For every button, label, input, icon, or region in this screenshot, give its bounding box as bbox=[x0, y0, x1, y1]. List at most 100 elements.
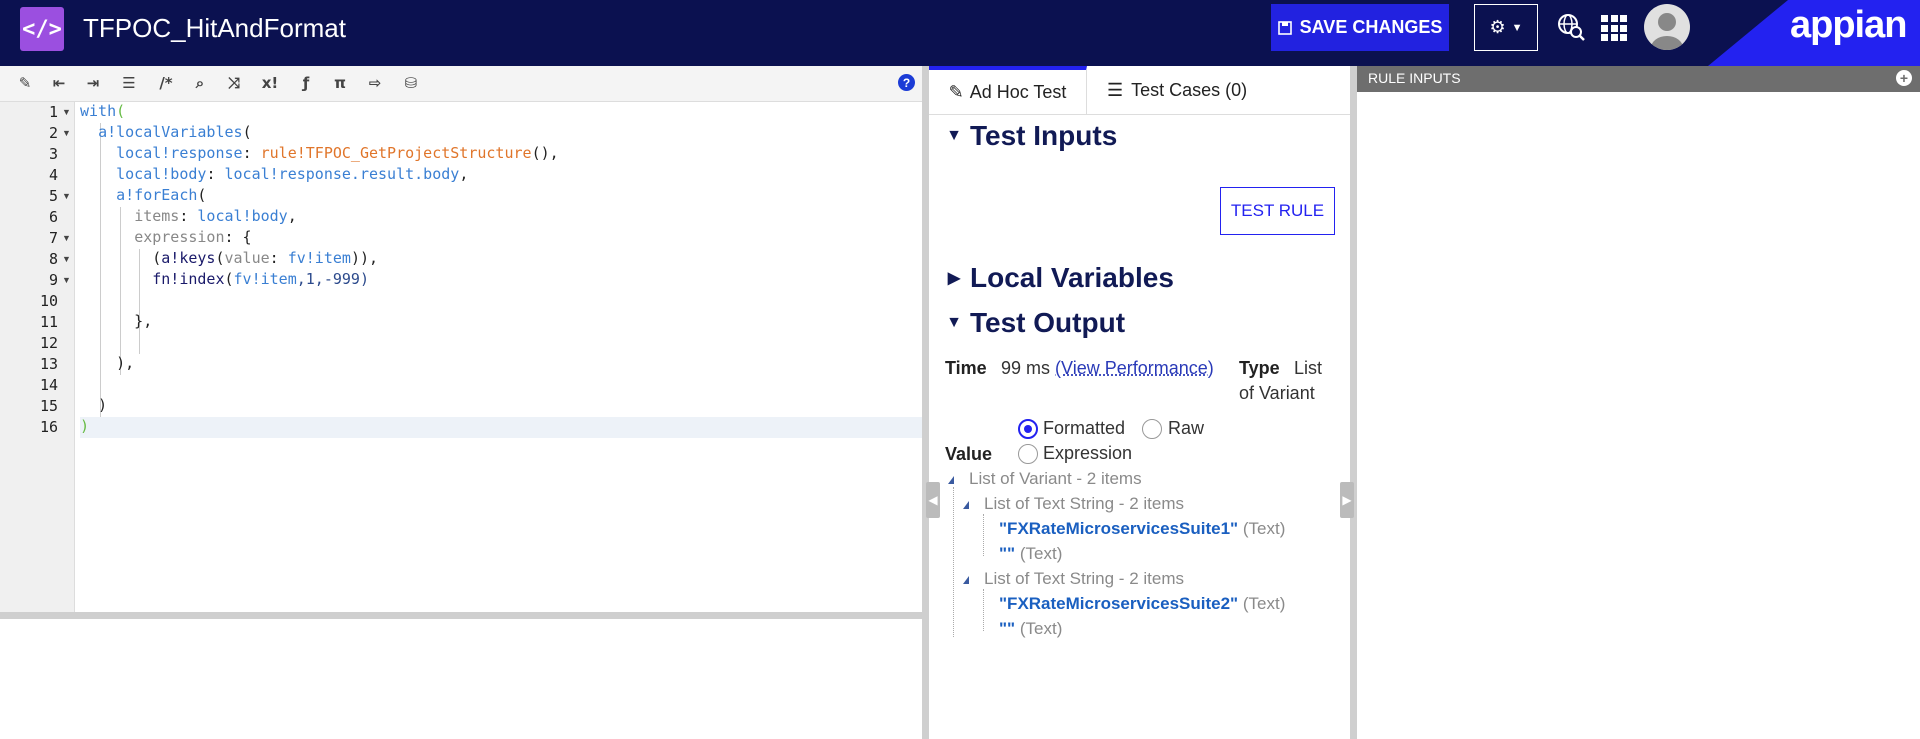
tab-label: Ad Hoc Test bbox=[969, 82, 1067, 102]
radio-expression[interactable] bbox=[1018, 444, 1038, 464]
code-token: ( bbox=[80, 249, 162, 267]
fold-arrow-icon[interactable]: ▼ bbox=[62, 123, 71, 144]
tree-leaf: "" (Text) bbox=[999, 619, 1062, 639]
test-tabs: ✎ Ad Hoc Test ☰ Test Cases (0) bbox=[929, 66, 1350, 115]
code-line[interactable] bbox=[80, 333, 922, 354]
right-pane-splitter[interactable] bbox=[1350, 66, 1357, 739]
rule-inputs-title: RULE INPUTS bbox=[1368, 70, 1461, 86]
view-performance-link[interactable]: (View Performance) bbox=[1055, 358, 1214, 378]
code-line[interactable]: with( bbox=[80, 102, 922, 123]
database-search-icon[interactable]: ⛁ bbox=[400, 72, 422, 94]
tree-collapse-icon[interactable] bbox=[963, 576, 969, 584]
outdent-icon[interactable]: ⇤ bbox=[48, 72, 70, 94]
chevron-down-icon: ▼ bbox=[946, 127, 962, 144]
indent-icon[interactable]: ⇥ bbox=[82, 72, 104, 94]
avatar[interactable] bbox=[1644, 4, 1690, 50]
time-value: 99 ms (View Performance) bbox=[1001, 358, 1214, 379]
line-number: 3 bbox=[48, 145, 58, 163]
code-line[interactable]: }, bbox=[80, 312, 922, 333]
globe-search-icon[interactable] bbox=[1556, 12, 1586, 42]
gear-icon: ⚙ bbox=[1489, 17, 1506, 37]
tab-test-cases[interactable]: ☰ Test Cases (0) bbox=[1107, 66, 1247, 115]
code-token: : { bbox=[224, 228, 252, 246]
pi-icon[interactable]: π bbox=[329, 72, 351, 94]
code-line[interactable] bbox=[80, 291, 922, 312]
code-token: : bbox=[179, 207, 198, 225]
export-icon[interactable]: ⇨ bbox=[364, 72, 386, 94]
app-launcher-icon[interactable] bbox=[1601, 15, 1627, 41]
code-line[interactable]: a!forEach( bbox=[80, 186, 922, 207]
radio-expression-label: Expression bbox=[1043, 443, 1133, 463]
line-number: 11 bbox=[39, 313, 58, 331]
shuffle-icon[interactable]: ⤨ bbox=[223, 72, 245, 94]
tree-collapse-icon[interactable] bbox=[963, 501, 969, 509]
editor-resize-bar[interactable] bbox=[0, 612, 922, 619]
line-number: 10 bbox=[39, 292, 58, 310]
line-number-gutter: 1 2 3 4 5 6 7 8 9 10 11 12 13 14 15 16 ▼… bbox=[0, 102, 75, 612]
help-icon[interactable]: ? bbox=[898, 74, 915, 91]
list-icon[interactable]: ☰ bbox=[118, 72, 140, 94]
left-pane-splitter[interactable] bbox=[922, 66, 929, 739]
code-token: , bbox=[459, 165, 469, 183]
type-value-2: of Variant bbox=[1239, 383, 1315, 403]
tree-collapse-icon[interactable] bbox=[948, 476, 954, 484]
function-icon[interactable]: ƒ bbox=[295, 72, 317, 94]
add-rule-input-icon[interactable]: + bbox=[1896, 70, 1912, 86]
radio-raw[interactable] bbox=[1142, 419, 1162, 439]
editor-toolbar: ✎ ⇤ ⇥ ☰ /* ⌕ ⤨ x! ƒ π ⇨ ⛁ bbox=[0, 66, 922, 102]
code-token: items bbox=[134, 207, 180, 225]
code-token: ( bbox=[215, 249, 225, 267]
fold-arrow-icon[interactable]: ▼ bbox=[62, 249, 71, 270]
line-number: 4 bbox=[48, 166, 58, 184]
code-line[interactable]: (a!keys(value: fv!item)), bbox=[80, 249, 922, 270]
code-token: : bbox=[269, 249, 288, 267]
collapse-right-icon[interactable]: ▶ bbox=[1340, 482, 1354, 518]
radio-formatted-label: Formatted bbox=[1043, 418, 1126, 438]
test-rule-button[interactable]: TEST RULE bbox=[1220, 187, 1335, 235]
search-icon[interactable]: ⌕ bbox=[189, 72, 211, 94]
save-changes-button[interactable]: SAVE CHANGES bbox=[1271, 4, 1449, 51]
tab-ad-hoc-test[interactable]: ✎ Ad Hoc Test bbox=[929, 66, 1087, 115]
tree-root: List of Variant - 2 items bbox=[969, 469, 1142, 488]
test-output-section[interactable]: ▼ Test Output bbox=[944, 307, 1125, 339]
variable-icon[interactable]: x! bbox=[258, 72, 282, 94]
comment-icon[interactable]: /* bbox=[154, 72, 178, 94]
code-line[interactable]: fn!index(fv!item,1,-999) bbox=[80, 270, 922, 291]
code-token: ( bbox=[116, 102, 126, 120]
magic-wand-icon[interactable]: ✎ bbox=[14, 72, 36, 94]
save-changes-label: SAVE CHANGES bbox=[1299, 17, 1443, 37]
radio-formatted[interactable] bbox=[1018, 419, 1038, 439]
code-line[interactable]: ) bbox=[80, 396, 922, 417]
code-line[interactable] bbox=[80, 375, 922, 396]
code-token: local!body bbox=[197, 207, 288, 225]
fold-arrow-icon[interactable]: ▼ bbox=[62, 270, 71, 291]
code-line[interactable]: local!response: rule!TFPOC_GetProjectStr… bbox=[80, 144, 922, 165]
expression-editor[interactable]: with( a!localVariables( local!response: … bbox=[80, 102, 922, 612]
fold-arrow-icon[interactable]: ▼ bbox=[62, 186, 71, 207]
settings-menu-button[interactable]: ⚙ ▼ bbox=[1474, 4, 1538, 51]
code-token: value bbox=[224, 249, 270, 267]
tree-group-2: List of Text String - 2 items bbox=[984, 569, 1184, 588]
code-line[interactable]: a!localVariables( bbox=[80, 123, 922, 144]
local-variables-section[interactable]: ▶ Local Variables bbox=[944, 262, 1174, 294]
code-line[interactable]: items: local!body, bbox=[80, 207, 922, 228]
line-number: 6 bbox=[48, 208, 58, 226]
code-line[interactable]: local!body: local!response.result.body, bbox=[80, 165, 922, 186]
test-inputs-section[interactable]: ▼ Test Inputs bbox=[944, 120, 1117, 152]
line-number: 2 bbox=[48, 124, 58, 142]
fold-arrow-icon[interactable]: ▼ bbox=[62, 228, 71, 249]
code-token: local!response.result.body bbox=[224, 165, 460, 183]
code-line[interactable]: ) bbox=[80, 417, 922, 438]
fold-arrow-icon[interactable]: ▼ bbox=[62, 102, 71, 123]
radio-raw-label: Raw bbox=[1168, 418, 1205, 438]
save-icon bbox=[1277, 20, 1292, 35]
code-token: ) bbox=[80, 396, 108, 414]
code-line[interactable]: expression: { bbox=[80, 228, 922, 249]
line-number: 7 bbox=[48, 229, 58, 247]
code-line[interactable]: ), bbox=[80, 354, 922, 375]
string-value: "FXRateMicroservicesSuite2" bbox=[999, 594, 1239, 613]
collapse-left-icon[interactable]: ◀ bbox=[926, 482, 940, 518]
